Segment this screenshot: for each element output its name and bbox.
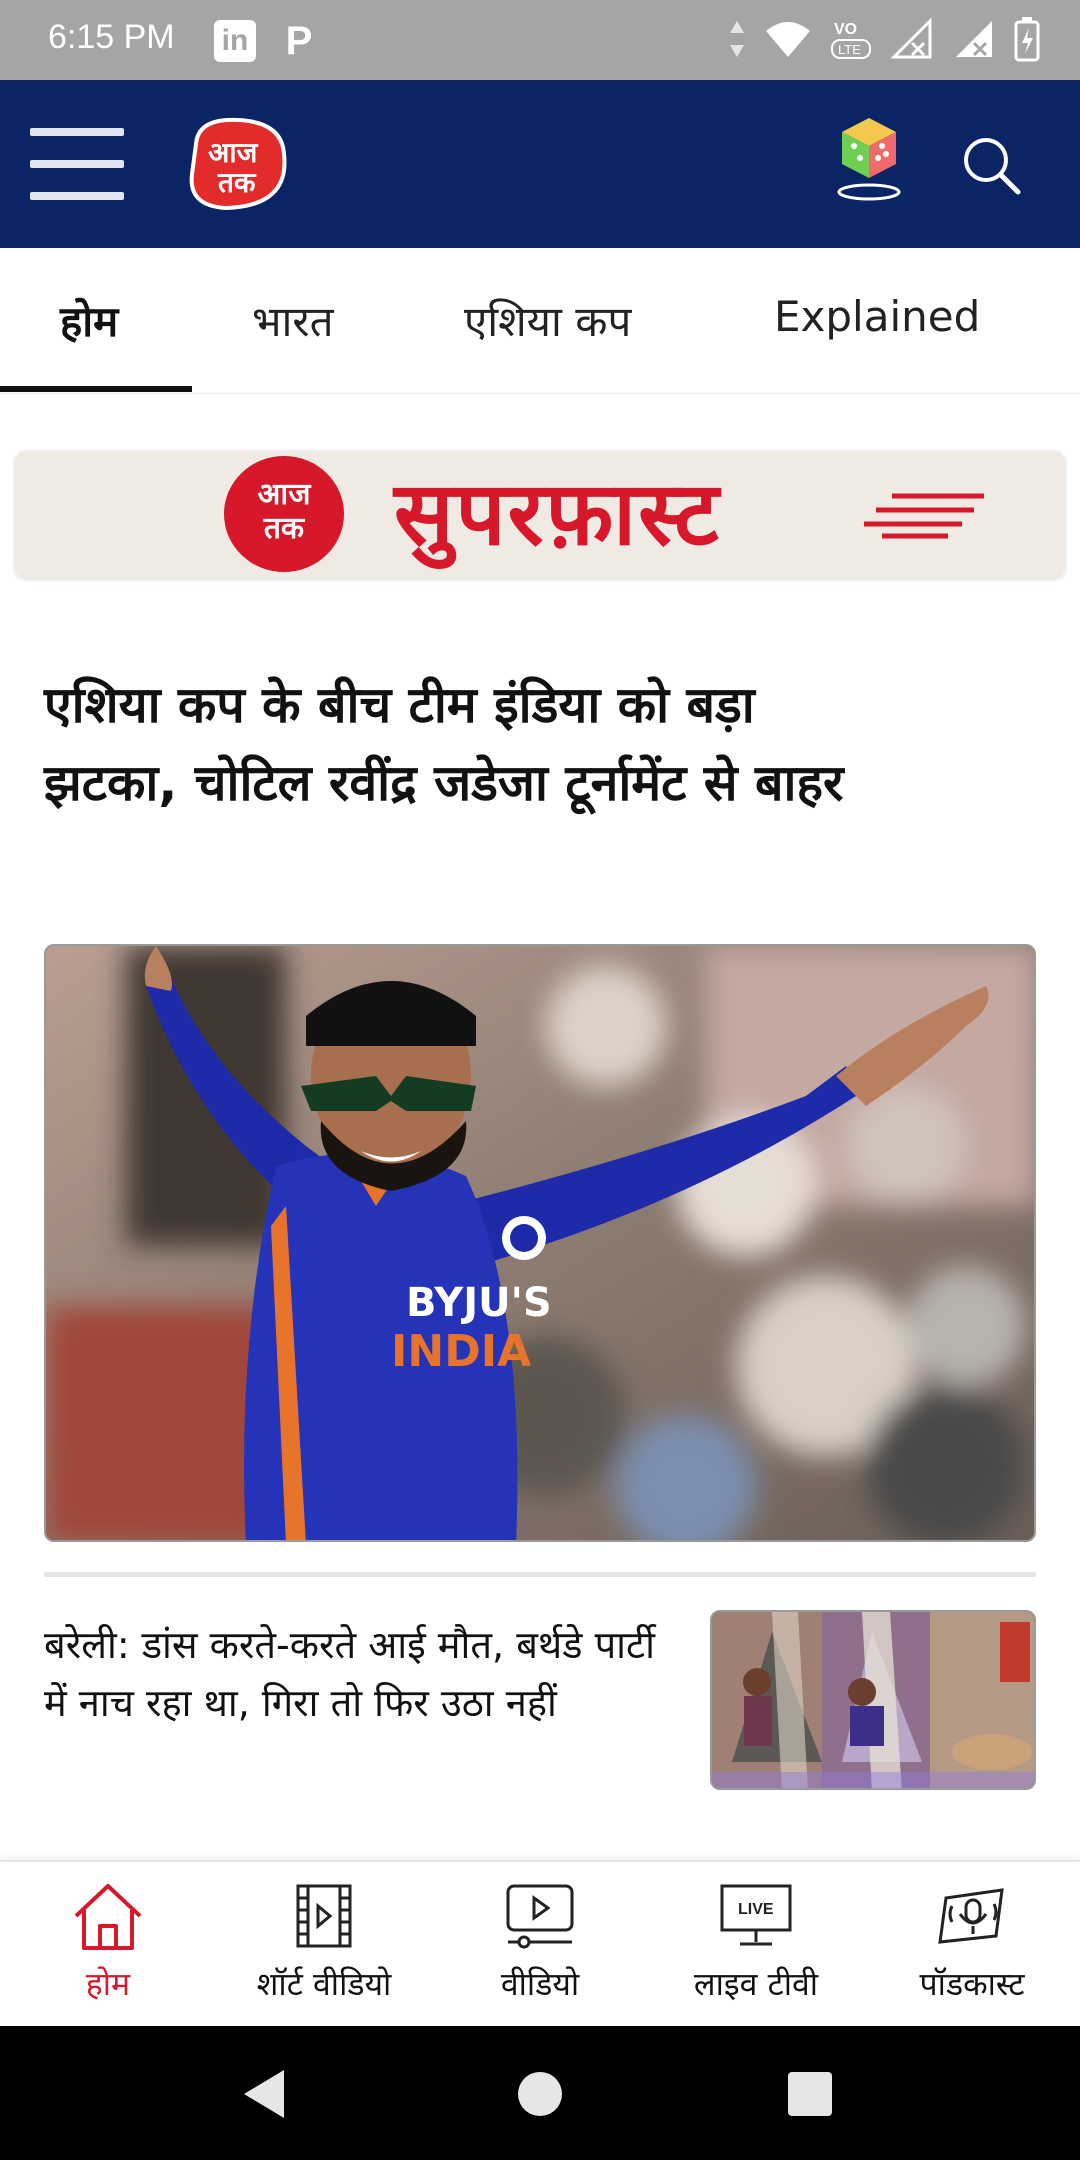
nav-video-label: वीडियो [500, 1965, 580, 2003]
tab-asia-cup[interactable]: एशिया कप [464, 292, 631, 349]
tab-bharat[interactable]: भारत [252, 292, 334, 349]
logo-line2: तक [217, 166, 257, 199]
system-navigation-bar [0, 2026, 1080, 2160]
svg-text:VO: VO [834, 21, 857, 38]
jersey-sponsor: BYJU'S [406, 1280, 552, 1326]
lead-headline[interactable]: एशिया कप के बीच टीम इंडिया को बड़ा झटका,… [44, 666, 874, 822]
superfast-banner[interactable]: आज तक सुपरफ़ास्ट [14, 450, 1066, 578]
menu-icon[interactable] [30, 128, 124, 200]
status-notification-icons: in P [214, 18, 320, 63]
podcast-icon [938, 1888, 1004, 1944]
wifi-icon [766, 22, 810, 57]
cricketer-photo: BYJU'S INDIA [46, 946, 1034, 1540]
nav-short-video[interactable]: शॉर्ट वीडियो [216, 1880, 432, 2005]
nav-short-video-label: शॉर्ट वीडियो [256, 1965, 392, 2003]
live-tv-icon: LIVE [720, 1884, 792, 1946]
logo-line1: आज [208, 136, 259, 169]
speed-lines-icon [864, 493, 984, 539]
tab-home[interactable]: होम [60, 292, 118, 349]
nav-live-tv-label: लाइव टीवी [693, 1965, 819, 2003]
active-tab-indicator [0, 386, 192, 392]
live-badge: LIVE [738, 1901, 774, 1918]
status-time: 6:15 PM [48, 18, 175, 56]
nav-podcast[interactable]: पॉडकास्ट [864, 1880, 1080, 2005]
home-icon [74, 1884, 142, 1950]
banner-logo: आज तक [224, 456, 344, 572]
nav-home[interactable]: होम [0, 1880, 216, 2005]
back-icon[interactable] [240, 2068, 290, 2120]
banner-logo-line2: तक [263, 511, 305, 546]
next-story-peek [44, 1824, 644, 1838]
jersey-text: INDIA [391, 1326, 531, 1377]
banner-logo-line1: आज [257, 477, 311, 512]
app-header: आज तक [0, 80, 1080, 248]
home-button-icon[interactable] [516, 2070, 564, 2118]
signal-2-icon [956, 21, 992, 57]
bottom-navigation: होम शॉर्ट वीडियो वीडियो LIVE लाइव टीवी प… [0, 1860, 1080, 2026]
data-arrows-icon [730, 21, 744, 57]
video-icon [506, 1884, 574, 1949]
banner-title: सुपरफ़ास्ट [394, 462, 721, 565]
story-thumbnail[interactable] [710, 1610, 1036, 1790]
section-tabs: होम भारत एशिया कप Explained [0, 248, 1080, 394]
nav-podcast-label: पॉडकास्ट [919, 1965, 1025, 2003]
recents-icon[interactable] [786, 2070, 834, 2118]
p-icon: P [285, 18, 313, 63]
tab-explained[interactable]: Explained [774, 292, 980, 341]
section-divider [44, 1572, 1036, 1577]
lead-story-image[interactable]: BYJU'S INDIA [44, 944, 1036, 1542]
battery-icon [1014, 17, 1040, 62]
short-video-icon [296, 1884, 352, 1948]
dance-party-photo [712, 1612, 1034, 1788]
status-bar: 6:15 PM in P VO LTE [0, 0, 1080, 80]
nav-home-label: होम [85, 1965, 131, 2003]
story-title[interactable]: बरेली: डांस करते-करते आई मौत, बर्थडे पार… [44, 1616, 684, 1732]
search-icon[interactable] [960, 134, 1022, 196]
svg-text:LTE: LTE [838, 42, 861, 57]
nav-video[interactable]: वीडियो [432, 1880, 648, 2005]
linkedin-icon: in [214, 20, 256, 62]
nav-live-tv[interactable]: LIVE लाइव टीवी [648, 1880, 864, 2005]
signal-1-icon [890, 17, 932, 59]
dice-game-icon[interactable] [834, 112, 904, 202]
volte-icon: VO LTE [831, 21, 871, 59]
status-system-icons: VO LTE [728, 16, 1040, 62]
aajtak-logo[interactable]: आज तक [186, 114, 292, 214]
